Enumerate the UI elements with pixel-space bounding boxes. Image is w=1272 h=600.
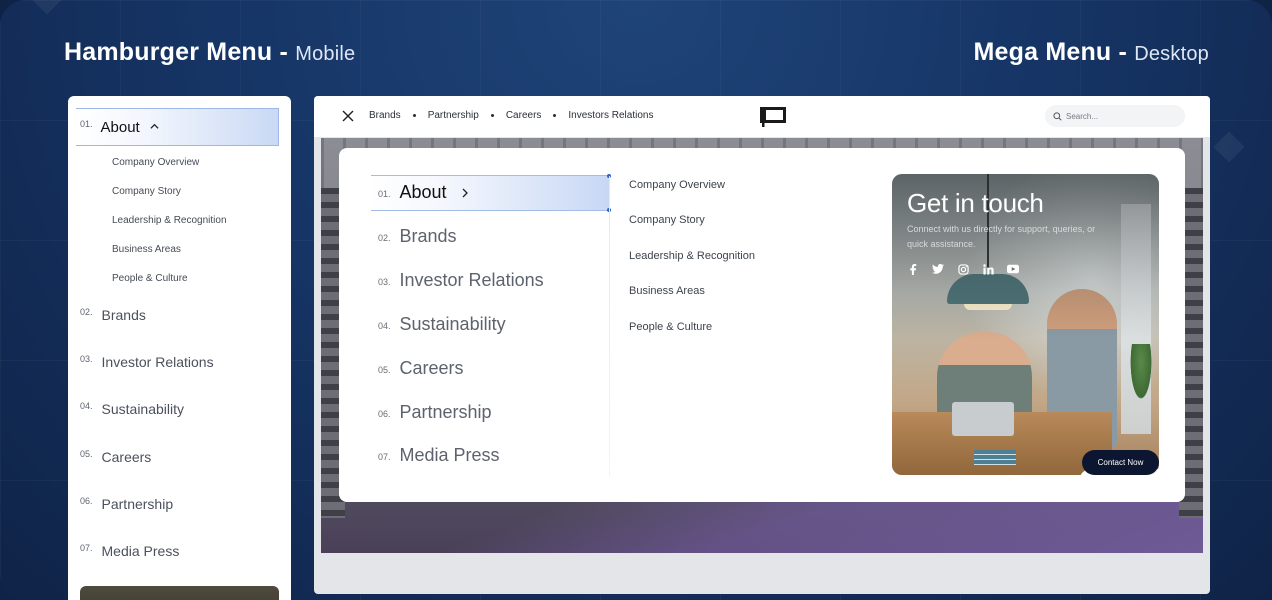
social-icons [907, 263, 1032, 275]
menu-item-number: 06. [378, 408, 391, 419]
menu-item-number: 02. [378, 232, 391, 243]
close-icon[interactable] [341, 109, 355, 123]
mobile-submenu-item[interactable]: Company Overview [112, 157, 199, 168]
mega-menu-item-about[interactable]: 01. About [378, 182, 469, 203]
instagram-icon[interactable] [957, 263, 969, 275]
menu-item-label: Careers [399, 358, 464, 378]
brand-logo-icon[interactable] [760, 107, 786, 127]
menu-item-number: 07. [378, 451, 391, 462]
menu-item-label: Sustainability [101, 401, 185, 417]
menu-item-number: 05. [378, 364, 391, 375]
menu-item-label: Investor Relations [399, 270, 544, 290]
menu-item-label: Sustainability [399, 314, 506, 334]
twitter-icon[interactable] [932, 263, 944, 275]
desktop-heading-title: Mega Menu - [973, 38, 1128, 66]
menu-item-label: Media Press [101, 543, 180, 559]
menu-item-number: 02. [80, 307, 93, 317]
youtube-icon[interactable] [1007, 263, 1019, 275]
mobile-heading-sub: Mobile [295, 43, 356, 65]
mega-submenu-item[interactable]: People & Culture [629, 321, 712, 333]
desktop-navbar: Brands Partnership Careers Investors Rel… [314, 96, 1210, 138]
mobile-submenu-item[interactable]: People & Culture [112, 273, 188, 284]
mobile-heading: Hamburger Menu - Mobile [64, 38, 355, 67]
menu-item-number: 04. [80, 401, 93, 411]
nav-separator-dot [490, 114, 494, 117]
linkedin-icon[interactable] [982, 263, 994, 275]
showcase-canvas: Hamburger Menu - Mobile Mega Menu - Desk… [0, 0, 1272, 600]
mobile-menu-item-about[interactable]: 01. About [76, 108, 279, 146]
desktop-heading-sub: Desktop [1134, 43, 1209, 65]
menu-item-label: Careers [101, 449, 152, 465]
mega-menu-divider [609, 176, 610, 476]
desktop-mega-menu-panel: Brands Partnership Careers Investors Rel… [314, 96, 1210, 594]
mobile-menu-item-partnership[interactable]: 06. Partnership [80, 496, 173, 512]
get-in-touch-card: Get in touch Connect with us directly fo… [892, 174, 1159, 475]
menu-item-label: About [399, 182, 447, 202]
mobile-submenu-item[interactable]: Leadership & Recognition [112, 215, 227, 226]
menu-item-number: 03. [378, 276, 391, 287]
decor-diamond [31, 0, 63, 15]
desktop-heading: Mega Menu - Desktop [973, 38, 1209, 67]
mega-menu-card: 01. About 02. Brands 03. Investor Relati… [339, 148, 1185, 502]
mobile-menu-item-media-press[interactable]: 07. Media Press [80, 543, 179, 559]
search-icon [1053, 111, 1062, 121]
get-in-touch-description: Connect with us directly for support, qu… [907, 224, 1096, 249]
menu-item-label: Investor Relations [101, 354, 214, 370]
mobile-menu-item-careers[interactable]: 05. Careers [80, 449, 151, 465]
facebook-icon[interactable] [907, 263, 919, 275]
nav-separator-dot [412, 114, 416, 117]
contact-now-button[interactable]: Contact Now [1082, 450, 1159, 475]
mega-menu-item-sustainability[interactable]: 04. Sustainability [378, 314, 506, 335]
menu-item-label: Brands [399, 226, 457, 246]
nav-link-investors-relations[interactable]: Investors Relations [568, 110, 653, 121]
nav-separator-dot [553, 114, 557, 117]
menu-item-label: Brands [101, 307, 146, 323]
search-placeholder: Search... [1066, 111, 1099, 121]
mega-menu-item-careers[interactable]: 05. Careers [378, 358, 464, 379]
mega-menu-item-partnership[interactable]: 06. Partnership [378, 402, 492, 423]
mega-submenu-item[interactable]: Leadership & Recognition [629, 250, 755, 262]
chevron-up-icon[interactable] [150, 122, 159, 131]
mobile-submenu-item[interactable]: Company Story [112, 186, 181, 197]
menu-item-label: Media Press [399, 445, 500, 465]
mobile-menu-item-investor-relations[interactable]: 03. Investor Relations [80, 354, 214, 370]
decor-diamond [1213, 131, 1245, 163]
chevron-right-icon [462, 188, 468, 197]
mega-submenu-item[interactable]: Business Areas [629, 285, 705, 297]
mobile-heading-title: Hamburger Menu - [64, 38, 289, 66]
nav-link-partnership[interactable]: Partnership [428, 110, 479, 121]
search-input[interactable]: Search... [1045, 105, 1185, 127]
menu-item-label: Partnership [399, 402, 492, 422]
menu-item-number: 07. [80, 543, 93, 553]
menu-item-number: 05. [80, 449, 93, 459]
menu-item-number: 03. [80, 354, 93, 364]
mobile-menu-item-sustainability[interactable]: 04. Sustainability [80, 401, 184, 417]
mobile-submenu-item[interactable]: Business Areas [112, 244, 181, 255]
mobile-preview-image [80, 586, 279, 600]
menu-item-label: Partnership [101, 496, 174, 512]
mobile-menu-item-brands[interactable]: 02. Brands [80, 307, 146, 323]
nav-links: Brands Partnership Careers Investors Rel… [369, 110, 653, 121]
photo-overlay [892, 174, 1159, 475]
menu-item-number: 06. [80, 496, 93, 506]
menu-item-label: About [100, 118, 140, 136]
get-in-touch-title: Get in touch [907, 188, 1044, 218]
mega-menu-item-investor-relations[interactable]: 03. Investor Relations [378, 270, 544, 291]
nav-link-brands[interactable]: Brands [369, 110, 401, 121]
menu-item-number: 01. [378, 188, 391, 199]
mega-menu-item-media-press[interactable]: 07. Media Press [378, 445, 500, 466]
menu-item-number: 04. [378, 320, 391, 331]
nav-link-careers[interactable]: Careers [506, 110, 542, 121]
menu-item-number: 01. [80, 119, 93, 129]
mega-submenu-item[interactable]: Company Story [629, 214, 705, 226]
mega-menu-item-brands[interactable]: 02. Brands [378, 226, 457, 247]
mega-submenu-item[interactable]: Company Overview [629, 179, 725, 191]
mobile-menu-panel: 01. About Company Overview Company Story… [68, 96, 291, 600]
